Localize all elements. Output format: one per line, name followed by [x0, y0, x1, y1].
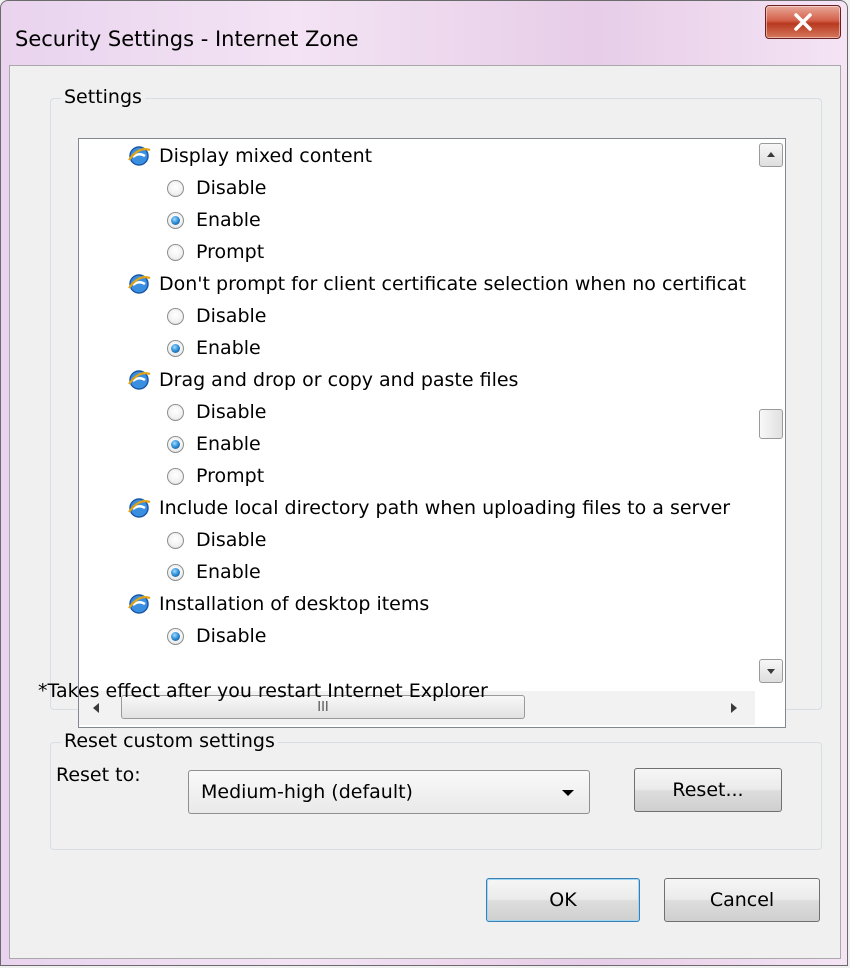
setting-option[interactable]: Enable: [167, 429, 261, 459]
radio-button[interactable]: [167, 627, 184, 645]
setting-category: Include local directory path when upload…: [127, 493, 730, 523]
setting-option[interactable]: Prompt: [167, 461, 264, 491]
setting-option-label: Prompt: [196, 241, 265, 263]
setting-option-label: Disable: [196, 177, 267, 199]
scroll-up-icon: [767, 152, 775, 157]
settings-group-label: Settings: [61, 86, 145, 108]
scroll-up-button[interactable]: [759, 143, 783, 167]
scroll-down-button[interactable]: [759, 659, 783, 683]
radio-button[interactable]: [167, 403, 184, 421]
cancel-button[interactable]: Cancel: [664, 878, 820, 922]
radio-button[interactable]: [167, 243, 184, 261]
scroll-right-icon[interactable]: [727, 699, 741, 717]
chevron-down-icon: [562, 790, 574, 796]
setting-category: Drag and drop or copy and paste files: [127, 365, 518, 395]
ie-icon: [127, 144, 151, 168]
dialog-client-area: Settings Display mixed content Disable Ena…: [9, 65, 841, 959]
setting-option-label: Disable: [196, 625, 267, 647]
setting-option-label: Enable: [196, 337, 261, 359]
radio-button[interactable]: [167, 307, 184, 325]
radio-button[interactable]: [167, 435, 184, 453]
scroll-down-icon: [767, 669, 775, 674]
setting-option[interactable]: Enable: [167, 333, 261, 363]
setting-option[interactable]: Disable: [167, 397, 266, 427]
setting-option-label: Enable: [196, 561, 261, 583]
setting-category-label: Installation of desktop items: [159, 593, 430, 615]
setting-category-label: Include local directory path when upload…: [159, 497, 731, 519]
scroll-thumb[interactable]: [759, 409, 783, 439]
setting-option[interactable]: Enable: [167, 205, 261, 235]
reset-to-label: Reset to:: [56, 764, 141, 786]
setting-category: Installation of desktop items: [127, 589, 429, 619]
setting-category-label: Drag and drop or copy and paste files: [159, 369, 519, 391]
setting-option-label: Disable: [196, 401, 267, 423]
setting-option[interactable]: Prompt: [167, 237, 264, 267]
setting-option-label: Prompt: [196, 465, 265, 487]
ie-icon: [127, 496, 151, 520]
ie-icon: [127, 368, 151, 392]
radio-button[interactable]: [167, 563, 184, 581]
close-button[interactable]: [765, 5, 841, 39]
ie-icon: [127, 592, 151, 616]
radio-button[interactable]: [167, 211, 184, 229]
setting-option[interactable]: Enable: [167, 557, 261, 587]
setting-option[interactable]: Disable: [167, 525, 266, 555]
window-title: Security Settings - Internet Zone: [15, 27, 359, 51]
setting-category: Don't prompt for client certificate sele…: [127, 269, 746, 299]
setting-option-label: Disable: [196, 529, 267, 551]
close-icon: [794, 13, 812, 31]
setting-option-label: Disable: [196, 305, 267, 327]
setting-option[interactable]: Disable: [167, 301, 266, 331]
reset-level-select[interactable]: Medium-high (default): [188, 770, 590, 814]
ok-button[interactable]: OK: [486, 878, 640, 922]
reset-button[interactable]: Reset...: [634, 768, 782, 812]
radio-button[interactable]: [167, 339, 184, 357]
setting-option[interactable]: Disable: [167, 621, 266, 651]
vertical-scrollbar[interactable]: [757, 139, 785, 689]
security-settings-dialog: Security Settings - Internet Zone Settin…: [0, 0, 848, 966]
settings-list[interactable]: Display mixed content Disable Enable Prompt…: [78, 138, 786, 728]
restart-note: *Takes effect after you restart Internet…: [38, 680, 488, 702]
setting-category-label: Don't prompt for client certificate sele…: [159, 273, 747, 295]
setting-option-label: Enable: [196, 433, 261, 455]
reset-level-value: Medium-high (default): [201, 781, 413, 803]
ie-icon: [127, 272, 151, 296]
setting-option[interactable]: Disable: [167, 173, 266, 203]
reset-group-label: Reset custom settings: [61, 730, 278, 752]
radio-button[interactable]: [167, 179, 184, 197]
setting-option-label: Enable: [196, 209, 261, 231]
setting-category-label: Display mixed content: [159, 145, 373, 167]
setting-category: Display mixed content: [127, 141, 372, 171]
title-bar[interactable]: Security Settings - Internet Zone: [1, 1, 849, 65]
radio-button[interactable]: [167, 531, 184, 549]
radio-button[interactable]: [167, 467, 184, 485]
